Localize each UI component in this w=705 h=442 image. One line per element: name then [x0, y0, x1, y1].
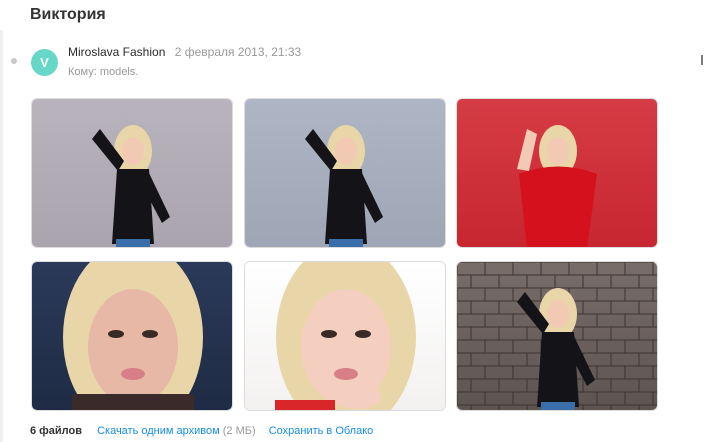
recipient-line: Кому: models. — [68, 66, 139, 78]
attachment-thumbnail[interactable] — [456, 261, 658, 411]
photo-image — [457, 99, 657, 247]
attachment-thumbnail[interactable] — [31, 98, 233, 248]
attachment-thumbnail[interactable] — [244, 98, 446, 248]
attachments-footer: 6 файлов Скачать одним архивом (2 МБ) Со… — [30, 425, 373, 437]
message-subject: Виктория — [30, 6, 106, 23]
photo-image — [32, 99, 232, 247]
files-count: 6 файлов — [30, 425, 83, 437]
attachment-thumbnail[interactable] — [244, 261, 446, 411]
sent-date: 2 февраля 2013, 21:33 — [174, 45, 302, 59]
download-archive-link[interactable]: Скачать одним архивом — [97, 425, 220, 437]
sender-avatar[interactable]: V — [31, 49, 58, 76]
download-size: (2 МБ) — [222, 425, 256, 437]
photo-image — [457, 262, 657, 410]
attachment-thumbnail[interactable] — [456, 98, 658, 248]
thread-indicator-bar — [0, 30, 3, 442]
scrollbar-thumb[interactable] — [701, 55, 703, 65]
attachment-thumbnail[interactable] — [31, 261, 233, 411]
thread-dot — [11, 58, 17, 64]
save-to-cloud-link[interactable]: Сохранить в Облако — [269, 425, 374, 437]
photo-image — [245, 99, 445, 247]
photo-image — [32, 262, 232, 410]
sender-name[interactable]: Miroslava Fashion — [68, 45, 165, 59]
photo-image — [245, 262, 445, 410]
sender-line: Miroslava Fashion 2 февраля 2013, 21:33 — [68, 45, 301, 59]
